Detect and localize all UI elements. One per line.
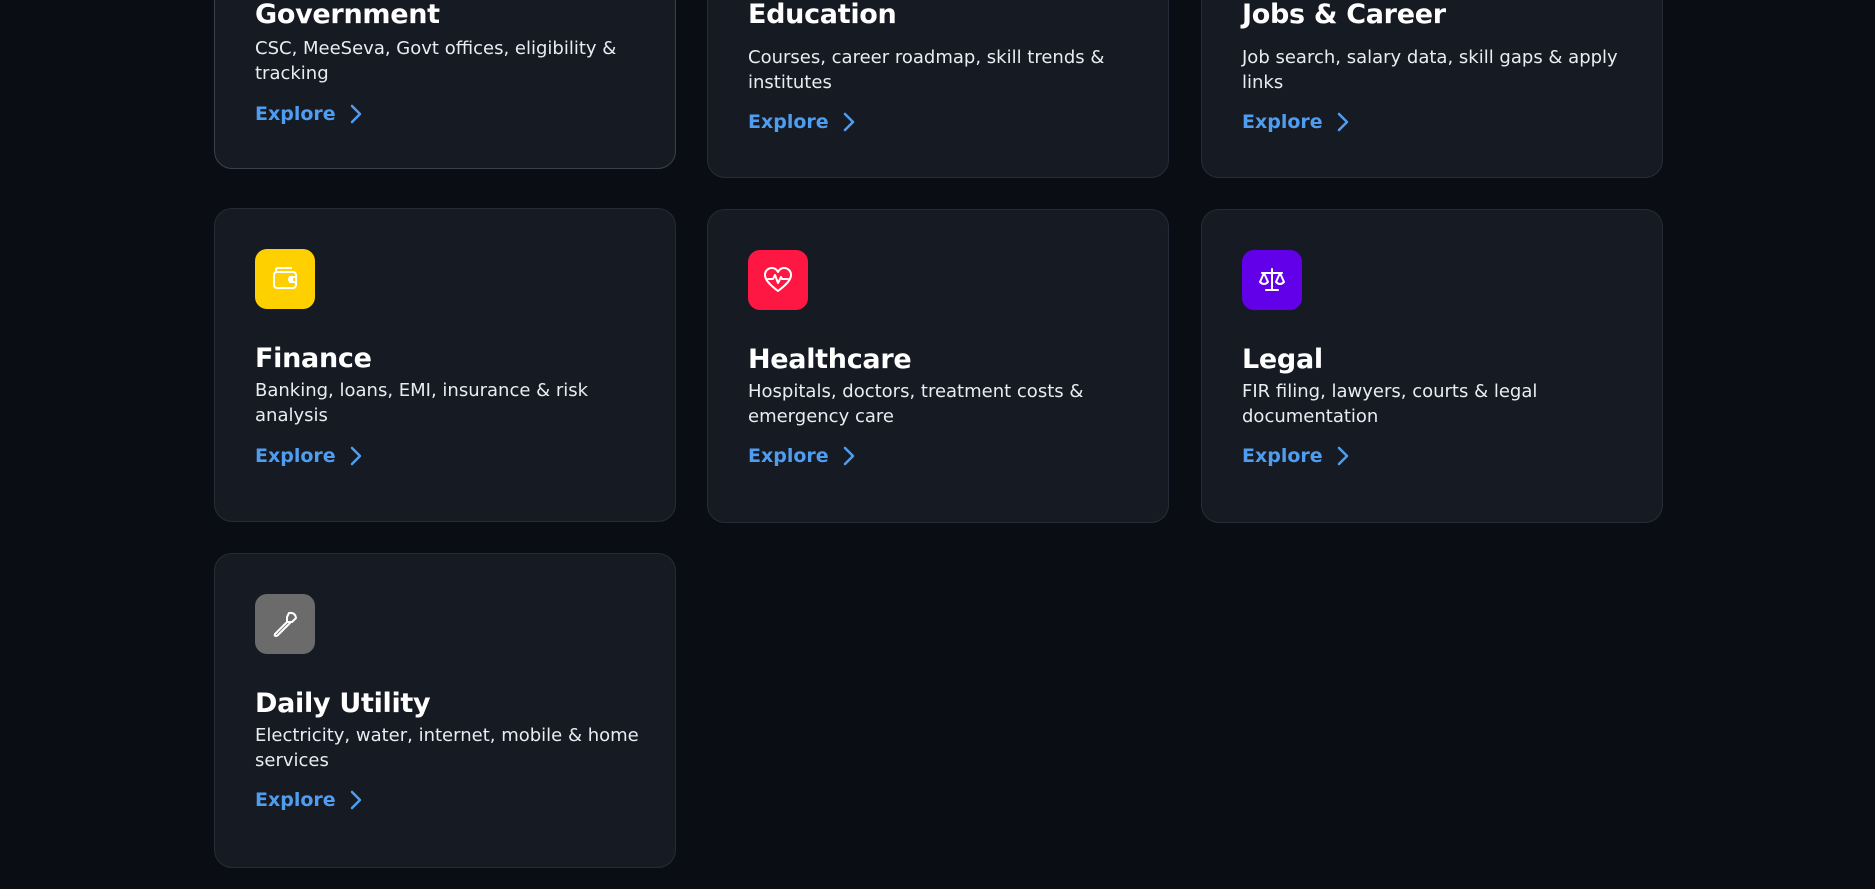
- chevron-right-icon: [1337, 112, 1348, 132]
- chevron-right-icon: [350, 104, 361, 124]
- card-description: CSC, MeeSeva, Govt offices, eligibility …: [255, 38, 617, 84]
- healthcare-icon-tile: [748, 250, 808, 310]
- card-description: Electricity, water, internet, mobile & h…: [255, 725, 639, 771]
- explore-label: Explore: [1242, 111, 1323, 133]
- card-description: Banking, loans, EMI, insurance & risk an…: [255, 380, 589, 426]
- finance-icon-tile: [255, 249, 315, 309]
- heart-pulse-icon: [764, 267, 792, 292]
- card-title: Finance: [255, 343, 372, 374]
- card-title: Daily Utility: [255, 688, 431, 719]
- card-title: Legal: [1242, 344, 1323, 375]
- card-description: Job search, salary data, skill gaps & ap…: [1242, 47, 1618, 93]
- chevron-right-icon: [843, 446, 854, 466]
- explore-link[interactable]: Explore: [1242, 445, 1349, 467]
- explore-link[interactable]: Explore: [255, 789, 362, 811]
- wrench-icon: [273, 611, 297, 637]
- card-title: Healthcare: [748, 344, 912, 375]
- explore-label: Explore: [748, 111, 829, 133]
- category-card-jobs-career[interactable]: Jobs & Career Job search, salary data, s…: [1201, 0, 1663, 178]
- category-card-legal[interactable]: Legal FIR filing, lawyers, courts & lega…: [1201, 209, 1663, 523]
- card-title: Jobs & Career: [1242, 0, 1446, 30]
- chevron-right-icon: [1337, 446, 1348, 466]
- explore-link[interactable]: Explore: [748, 111, 855, 133]
- chevron-right-icon: [350, 446, 361, 466]
- card-description: Hospitals, doctors, treatment costs & em…: [748, 381, 1084, 427]
- daily-utility-icon-tile: [255, 594, 315, 654]
- explore-link[interactable]: Explore: [1242, 111, 1349, 133]
- explore-label: Explore: [255, 789, 336, 811]
- category-card-government[interactable]: Government CSC, MeeSeva, Govt offices, e…: [214, 0, 676, 169]
- explore-link[interactable]: Explore: [255, 103, 362, 125]
- explore-label: Explore: [255, 445, 336, 467]
- chevron-right-icon: [350, 790, 361, 810]
- card-description: FIR filing, lawyers, courts & legal docu…: [1242, 381, 1538, 427]
- category-card-healthcare[interactable]: Healthcare Hospitals, doctors, treatment…: [707, 209, 1169, 523]
- explore-link[interactable]: Explore: [255, 445, 362, 467]
- wallet-icon: [273, 267, 297, 289]
- category-card-finance[interactable]: Finance Banking, loans, EMI, insurance &…: [214, 208, 676, 522]
- explore-label: Explore: [748, 445, 829, 467]
- category-card-education[interactable]: Education Courses, career roadmap, skill…: [707, 0, 1169, 178]
- explore-label: Explore: [1242, 445, 1323, 467]
- chevron-right-icon: [843, 112, 854, 132]
- category-card-daily-utility[interactable]: Daily Utility Electricity, water, intern…: [214, 553, 676, 868]
- card-title: Government: [255, 0, 440, 30]
- card-description: Courses, career roadmap, skill trends & …: [748, 47, 1105, 93]
- legal-icon-tile: [1242, 250, 1302, 310]
- card-title: Education: [748, 0, 897, 30]
- explore-label: Explore: [255, 103, 336, 125]
- explore-link[interactable]: Explore: [748, 445, 855, 467]
- scales-icon: [1259, 268, 1285, 291]
